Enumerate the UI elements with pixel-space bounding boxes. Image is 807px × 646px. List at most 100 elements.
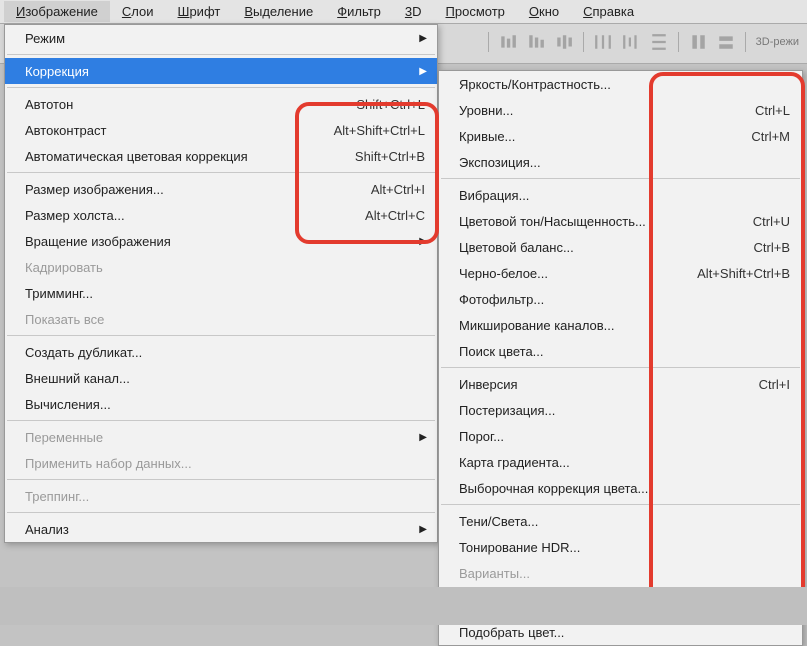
menu-item-shortcut: Ctrl+U bbox=[733, 214, 790, 229]
distribute-icon[interactable] bbox=[689, 33, 707, 51]
adjustments-item[interactable]: Фотофильтр... bbox=[439, 286, 802, 312]
distribute-icon[interactable] bbox=[650, 33, 668, 51]
distribute-icon[interactable] bbox=[622, 33, 640, 51]
menu-выделение[interactable]: Выделение bbox=[232, 1, 325, 22]
adjustments-item[interactable]: Цветовой тон/Насыщенность...Ctrl+U bbox=[439, 208, 802, 234]
menu-item-shortcut: Ctrl+B bbox=[734, 240, 790, 255]
menu-изображение[interactable]: Изображение bbox=[4, 1, 110, 22]
menu-item-label: Фотофильтр... bbox=[459, 292, 790, 307]
toolbar-icons: 3D-режи bbox=[488, 32, 799, 52]
adjustments-item[interactable]: Тонирование HDR... bbox=[439, 534, 802, 560]
toolbar-3d-label[interactable]: 3D-режи bbox=[756, 36, 799, 48]
submenu-arrow-icon: ▶ bbox=[419, 236, 427, 247]
menu-слои[interactable]: Слои bbox=[110, 1, 166, 22]
menu-separator bbox=[7, 54, 435, 55]
align-icon[interactable] bbox=[527, 33, 545, 51]
menu-item-label: Создать дубликат... bbox=[25, 345, 425, 360]
menu-item-label: Размер изображения... bbox=[25, 182, 351, 197]
menu-item-shortcut: Ctrl+I bbox=[739, 377, 790, 392]
adjustments-item[interactable]: Порог... bbox=[439, 423, 802, 449]
menu-item-label: Анализ bbox=[25, 522, 425, 537]
image-menu-item[interactable]: Вращение изображения▶ bbox=[5, 228, 437, 254]
image-menu-item[interactable]: Тримминг... bbox=[5, 280, 437, 306]
adjustments-item[interactable]: Цветовой баланс...Ctrl+B bbox=[439, 234, 802, 260]
adjustments-item[interactable]: Яркость/Контрастность... bbox=[439, 71, 802, 97]
image-menu-item[interactable]: Коррекция▶ bbox=[5, 58, 437, 84]
toolbar-separator bbox=[488, 32, 489, 52]
image-menu-item: Кадрировать bbox=[5, 254, 437, 280]
image-menu-item[interactable]: Внешний канал... bbox=[5, 365, 437, 391]
menu-item-label: Показать все bbox=[25, 312, 425, 327]
image-menu-item[interactable]: Создать дубликат... bbox=[5, 339, 437, 365]
menu-item-label: Тонирование HDR... bbox=[459, 540, 790, 555]
adjustments-item[interactable]: Уровни...Ctrl+L bbox=[439, 97, 802, 123]
adjustments-item[interactable]: Вибрация... bbox=[439, 182, 802, 208]
distribute-icon[interactable] bbox=[717, 33, 735, 51]
submenu-arrow-icon: ▶ bbox=[419, 432, 427, 443]
adjustments-item[interactable]: ИнверсияCtrl+I bbox=[439, 371, 802, 397]
menu-item-label: Вибрация... bbox=[459, 188, 790, 203]
menu-item-label: Экспозиция... bbox=[459, 155, 790, 170]
adjustments-item[interactable]: Кривые...Ctrl+M bbox=[439, 123, 802, 149]
image-menu-item[interactable]: АвтоконтрастAlt+Shift+Ctrl+L bbox=[5, 117, 437, 143]
menu-item-shortcut: Alt+Shift+Ctrl+L bbox=[314, 123, 425, 138]
menu-separator bbox=[7, 335, 435, 336]
adjustments-item[interactable]: Карта градиента... bbox=[439, 449, 802, 475]
image-menu-item[interactable]: Автоматическая цветовая коррекцияShift+C… bbox=[5, 143, 437, 169]
submenu-arrow-icon: ▶ bbox=[419, 66, 427, 77]
distribute-icon[interactable] bbox=[594, 33, 612, 51]
menu-фильтр[interactable]: Фильтр bbox=[325, 1, 393, 22]
menu-separator bbox=[441, 178, 800, 179]
menu-item-label: Яркость/Контрастность... bbox=[459, 77, 790, 92]
menu-item-shortcut: Alt+Shift+Ctrl+B bbox=[677, 266, 790, 281]
align-icon[interactable] bbox=[499, 33, 517, 51]
toolbar-separator bbox=[745, 32, 746, 52]
menu-separator bbox=[7, 420, 435, 421]
menu-separator bbox=[7, 172, 435, 173]
menu-separator bbox=[7, 479, 435, 480]
adjustments-item[interactable]: Постеризация... bbox=[439, 397, 802, 423]
adjustments-item[interactable]: Выборочная коррекция цвета... bbox=[439, 475, 802, 501]
canvas-area bbox=[0, 587, 807, 625]
menu-item-shortcut: Ctrl+M bbox=[731, 129, 790, 144]
image-menu-item[interactable]: Размер изображения...Alt+Ctrl+I bbox=[5, 176, 437, 202]
adjustments-item[interactable]: Тени/Света... bbox=[439, 508, 802, 534]
menu-3d[interactable]: 3D bbox=[393, 1, 434, 22]
adjustments-item[interactable]: Экспозиция... bbox=[439, 149, 802, 175]
menu-item-label: Цветовой баланс... bbox=[459, 240, 734, 255]
image-menu-item[interactable]: Анализ▶ bbox=[5, 516, 437, 542]
menu-item-label: Режим bbox=[25, 31, 425, 46]
image-menu-item[interactable]: Размер холста...Alt+Ctrl+C bbox=[5, 202, 437, 228]
adjustments-item[interactable]: Микширование каналов... bbox=[439, 312, 802, 338]
menu-item-label: Внешний канал... bbox=[25, 371, 425, 386]
menu-item-label: Варианты... bbox=[459, 566, 790, 581]
image-menu-item: Применить набор данных... bbox=[5, 450, 437, 476]
menu-item-label: Автоконтраст bbox=[25, 123, 314, 138]
menu-item-label: Черно-белое... bbox=[459, 266, 677, 281]
menu-справка[interactable]: Справка bbox=[571, 1, 646, 22]
menu-item-label: Уровни... bbox=[459, 103, 735, 118]
menu-item-label: Автоматическая цветовая коррекция bbox=[25, 149, 335, 164]
image-menu-item: Показать все bbox=[5, 306, 437, 332]
align-icon[interactable] bbox=[555, 33, 573, 51]
adjustments-item[interactable]: Поиск цвета... bbox=[439, 338, 802, 364]
image-menu-item: Треппинг... bbox=[5, 483, 437, 509]
image-menu-item[interactable]: АвтотонShift+Ctrl+L bbox=[5, 91, 437, 117]
menu-item-label: Тени/Света... bbox=[459, 514, 790, 529]
submenu-arrow-icon: ▶ bbox=[419, 33, 427, 44]
adjustments-item: Варианты... bbox=[439, 560, 802, 586]
menu-шрифт[interactable]: Шрифт bbox=[166, 1, 233, 22]
toolbar-separator bbox=[678, 32, 679, 52]
image-menu-item[interactable]: Режим▶ bbox=[5, 25, 437, 51]
menu-просмотр[interactable]: Просмотр bbox=[434, 1, 517, 22]
image-menu-item[interactable]: Вычисления... bbox=[5, 391, 437, 417]
menu-окно[interactable]: Окно bbox=[517, 1, 571, 22]
toolbar-separator bbox=[583, 32, 584, 52]
menu-item-label: Тримминг... bbox=[25, 286, 425, 301]
menu-item-label: Треппинг... bbox=[25, 489, 425, 504]
submenu-arrow-icon: ▶ bbox=[419, 524, 427, 535]
menu-item-label: Коррекция bbox=[25, 64, 425, 79]
menubar: ИзображениеСлоиШрифтВыделениеФильтр3DПро… bbox=[0, 0, 807, 24]
adjustments-item[interactable]: Черно-белое...Alt+Shift+Ctrl+B bbox=[439, 260, 802, 286]
menu-item-label: Постеризация... bbox=[459, 403, 790, 418]
